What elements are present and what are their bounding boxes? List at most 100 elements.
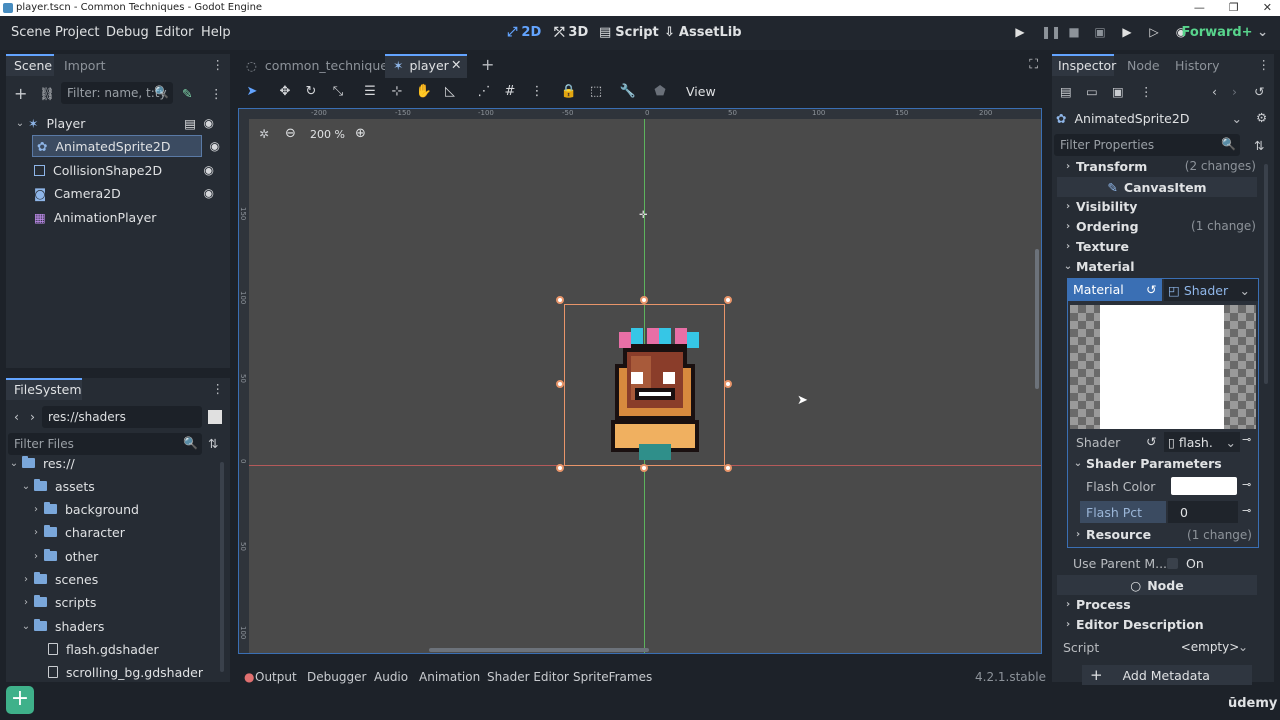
close-icon[interactable]: ✕ bbox=[1263, 1, 1272, 14]
section-texture[interactable]: › Texture bbox=[1062, 236, 1258, 256]
tab-history[interactable]: History bbox=[1175, 58, 1219, 73]
fs-item-scripts[interactable]: › scripts bbox=[20, 591, 96, 613]
workspace-assetlib-button[interactable]: ⇩ AssetLib bbox=[664, 25, 742, 40]
section-editor-description[interactable]: › Editor Description bbox=[1062, 614, 1258, 634]
tab-import[interactable]: Import bbox=[64, 58, 106, 73]
more-icon[interactable]: ⋮ bbox=[1140, 84, 1153, 99]
menu-editor[interactable]: Editor bbox=[155, 25, 193, 40]
new-resource-icon[interactable]: ▤ bbox=[1060, 84, 1072, 99]
scene-options-icon[interactable]: ⋮ bbox=[210, 86, 223, 101]
vertical-scrollbar[interactable] bbox=[1035, 249, 1039, 389]
script-value-dropdown[interactable]: <empty> ⌄ bbox=[1164, 637, 1256, 657]
dock-menu-icon[interactable]: ⋮ bbox=[212, 381, 225, 396]
tree-node-animatedsprite2d[interactable]: ✿ AnimatedSprite2D bbox=[32, 135, 202, 157]
tab-common-techniques[interactable]: ◌ common_techniques bbox=[246, 58, 394, 73]
close-tab-icon[interactable]: ✕ bbox=[451, 57, 461, 72]
link-icon[interactable]: ⛓ bbox=[39, 86, 55, 102]
history-icon[interactable]: ↺ bbox=[1254, 84, 1264, 99]
app-launcher-icon[interactable]: + bbox=[6, 686, 34, 714]
flash-pct-input[interactable]: 0 bbox=[1168, 501, 1238, 523]
section-ordering[interactable]: › Ordering (1 change) bbox=[1062, 216, 1258, 236]
pivot-icon[interactable]: ⊹ bbox=[388, 84, 406, 100]
tree-node-player[interactable]: ⌄ ✶ Player ▤ ◉ bbox=[14, 112, 224, 134]
canvas-viewport[interactable]: -200 -150 -100 -50 0 50 100 150 200 150 … bbox=[238, 108, 1042, 654]
fs-item-scenes[interactable]: › scenes bbox=[20, 568, 98, 590]
add-metadata-button[interactable]: + Add Metadata bbox=[1082, 665, 1252, 685]
menu-help[interactable]: Help bbox=[201, 25, 231, 40]
lock-icon[interactable]: 🔒 bbox=[560, 84, 578, 100]
cinema-icon[interactable]: ⬟ bbox=[651, 84, 669, 100]
sort-icon[interactable]: ⇅ bbox=[208, 436, 218, 451]
resize-handle[interactable] bbox=[724, 296, 732, 304]
save-icon[interactable]: ▣ bbox=[1112, 84, 1124, 99]
dock-menu-icon[interactable]: ⋮ bbox=[212, 57, 225, 72]
new-tab-icon[interactable]: + bbox=[481, 55, 494, 74]
section-shader-parameters[interactable]: ⌄ Shader Parameters bbox=[1072, 456, 1222, 471]
zoom-in-icon[interactable]: ⊕ bbox=[355, 126, 366, 141]
tab-spriteframes[interactable]: SpriteFrames bbox=[573, 670, 652, 684]
skeleton-icon[interactable]: 🔧 bbox=[619, 84, 637, 100]
tab-node[interactable]: Node bbox=[1127, 58, 1160, 73]
script-icon[interactable]: ▤ bbox=[184, 116, 196, 131]
forward-icon[interactable]: › bbox=[1232, 84, 1237, 99]
path-field[interactable]: res://shaders bbox=[42, 406, 202, 428]
pan-icon[interactable]: ✋ bbox=[415, 84, 433, 100]
smart-snap-icon[interactable]: ⋰ bbox=[475, 84, 493, 100]
object-selector[interactable]: ✿ AnimatedSprite2D ⌄ bbox=[1056, 108, 1246, 128]
tree-node-collisionshape2d[interactable]: CollisionShape2D ◉ bbox=[34, 159, 224, 181]
play-custom-scene-icon[interactable]: ▷ bbox=[1148, 26, 1160, 38]
resize-handle[interactable] bbox=[640, 296, 648, 304]
renderer-dropdown[interactable]: Forward+ ⌄ bbox=[1181, 25, 1268, 40]
object-options-icon[interactable]: ⚙ bbox=[1256, 110, 1267, 125]
open-folder-icon[interactable]: ▭ bbox=[1086, 84, 1098, 99]
back-icon[interactable]: ‹ bbox=[1212, 84, 1217, 99]
sort-icon[interactable]: ⇅ bbox=[1254, 138, 1264, 153]
scrollbar[interactable] bbox=[220, 462, 224, 672]
flash-color-swatch[interactable] bbox=[1171, 477, 1237, 495]
key-icon[interactable]: ⊸ bbox=[1242, 433, 1251, 446]
center-view-icon[interactable]: ✲ bbox=[259, 127, 269, 141]
visibility-eye-icon[interactable]: ◉ bbox=[210, 139, 220, 153]
forward-icon[interactable]: › bbox=[30, 409, 35, 424]
back-icon[interactable]: ‹ bbox=[14, 409, 19, 424]
group-icon[interactable]: ⬚ bbox=[587, 84, 605, 100]
play-scene-icon[interactable]: ▶ bbox=[1121, 26, 1133, 38]
fs-item-scrolling-bg-gdshader[interactable]: scrolling_bg.gdshader bbox=[48, 661, 203, 683]
maximize-icon[interactable]: ❐ bbox=[1229, 1, 1239, 14]
remote-debug-icon[interactable]: ▣ bbox=[1094, 26, 1106, 38]
tab-audio[interactable]: Audio bbox=[374, 670, 408, 684]
select-mode-icon[interactable]: ➤ bbox=[243, 84, 261, 100]
dock-menu-icon[interactable]: ⋮ bbox=[1258, 57, 1271, 72]
visibility-eye-icon[interactable]: ◉ bbox=[204, 186, 214, 200]
pause-icon[interactable]: ❚❚ bbox=[1041, 26, 1061, 38]
visibility-eye-icon[interactable]: ◉ bbox=[204, 116, 214, 130]
menu-debug[interactable]: Debug bbox=[106, 25, 149, 40]
add-node-icon[interactable]: + bbox=[14, 84, 27, 103]
visibility-eye-icon[interactable]: ◉ bbox=[204, 163, 214, 177]
workspace-2d-button[interactable]: ⤢ 2D bbox=[507, 25, 541, 40]
ruler-icon[interactable]: ◺ bbox=[441, 84, 459, 100]
scale-mode-icon[interactable]: ⤡ bbox=[329, 84, 347, 100]
section-visibility[interactable]: › Visibility bbox=[1062, 196, 1258, 216]
fs-item-res[interactable]: ⌄ res:// bbox=[8, 452, 75, 474]
revert-icon[interactable]: ↺ bbox=[1146, 434, 1156, 449]
section-transform[interactable]: › Transform (2 changes) bbox=[1062, 156, 1258, 176]
distraction-free-icon[interactable]: ⛶ bbox=[1029, 56, 1038, 72]
tree-node-animationplayer[interactable]: ▦ AnimationPlayer bbox=[34, 206, 224, 228]
tree-node-camera2d[interactable]: ◙ Camera2D ◉ bbox=[34, 182, 224, 204]
snap-options-icon[interactable]: ⋮ bbox=[528, 84, 546, 100]
tab-animation[interactable]: Animation bbox=[419, 670, 480, 684]
material-value-dropdown[interactable]: ◰ Shader ⌄ bbox=[1164, 279, 1258, 301]
scrollbar[interactable] bbox=[1264, 164, 1268, 384]
tab-output[interactable]: Output bbox=[255, 670, 297, 684]
resize-handle[interactable] bbox=[640, 464, 648, 472]
key-icon[interactable]: ⊸ bbox=[1242, 504, 1251, 517]
key-icon[interactable]: ⊸ bbox=[1242, 478, 1251, 491]
resize-handle[interactable] bbox=[556, 296, 564, 304]
resize-handle[interactable] bbox=[724, 380, 732, 388]
section-resource[interactable]: › Resource (1 change) bbox=[1072, 527, 1252, 542]
attach-script-icon[interactable]: ✎ bbox=[182, 86, 192, 101]
zoom-out-icon[interactable]: ⊖ bbox=[285, 126, 296, 141]
menu-scene[interactable]: Scene bbox=[11, 25, 51, 40]
horizontal-scrollbar[interactable] bbox=[429, 648, 649, 652]
